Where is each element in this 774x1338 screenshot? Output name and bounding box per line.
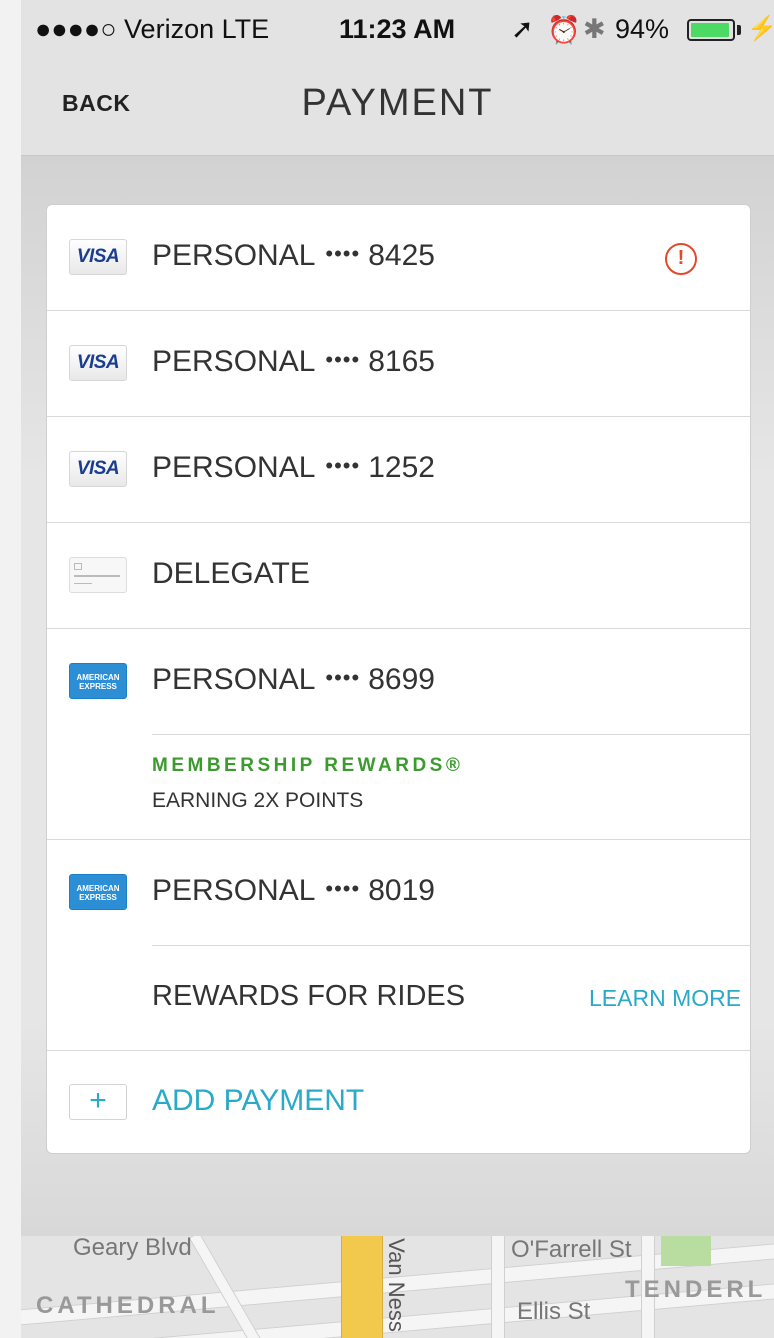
street-label: Van Ness <box>383 1238 409 1332</box>
map-street <box>188 1236 266 1338</box>
visa-logo-icon: VISA <box>69 451 127 487</box>
street-label: Ellis St <box>517 1298 591 1325</box>
payment-label: PERSONAL •••• 1252 <box>152 451 435 484</box>
rewards-for-rides-label: REWARDS FOR RIDES <box>152 980 466 1012</box>
payment-label: DELEGATE <box>152 557 310 590</box>
payment-row-visa-8165[interactable]: VISA PERSONAL •••• 8165 <box>47 311 750 416</box>
payment-label: PERSONAL •••• 8425 <box>152 239 435 272</box>
add-payment-button[interactable]: + ADD PAYMENT <box>47 1050 750 1153</box>
divider <box>152 945 750 946</box>
battery-nub <box>737 25 741 35</box>
learn-more-link[interactable]: LEARN MORE <box>589 985 741 1012</box>
street-label: O'Farrell St <box>511 1236 632 1263</box>
map-street <box>491 1236 505 1338</box>
payment-content: VISA PERSONAL •••• 8425 ! VISA PERSONAL •••… <box>21 156 774 1236</box>
phone-screen: ●●●●○ Verizon LTE 11:23 AM ➚ ⏰ ✱ 94% ⚡ B… <box>21 0 774 1338</box>
amex-logo-icon: AMERICAN EXPRESS <box>69 874 127 910</box>
divider <box>152 734 750 735</box>
alert-icon[interactable]: ! <box>665 243 697 275</box>
payment-label: PERSONAL •••• 8165 <box>152 345 435 378</box>
payment-list: VISA PERSONAL •••• 8425 ! VISA PERSONAL •••… <box>46 204 751 1154</box>
battery-icon <box>687 19 735 41</box>
neighborhood-label: CATHEDRAL <box>36 1292 220 1319</box>
payment-row-visa-8425[interactable]: VISA PERSONAL •••• 8425 ! <box>47 205 750 310</box>
alarm-icon: ⏰ <box>547 15 581 45</box>
payment-label: PERSONAL •••• 8019 <box>152 874 435 907</box>
generic-card-icon <box>69 557 127 593</box>
van-ness-street <box>341 1236 383 1338</box>
plus-icon: + <box>69 1084 127 1120</box>
map-view[interactable]: Geary Blvd Van Ness O'Farrell St Ellis S… <box>21 1236 774 1338</box>
membership-rewards-subtitle: EARNING 2X POINTS <box>152 789 364 812</box>
membership-rewards-title: MEMBERSHIP REWARDS® <box>152 755 464 776</box>
payment-row-amex-8019[interactable]: AMERICAN EXPRESS PERSONAL •••• 8019 <box>47 840 750 945</box>
amex-logo-icon: AMERICAN EXPRESS <box>69 663 127 699</box>
visa-logo-icon: VISA <box>69 345 127 381</box>
payment-label: PERSONAL •••• 8699 <box>152 663 435 696</box>
park-area <box>661 1236 711 1266</box>
location-arrow-icon: ➚ <box>511 14 534 44</box>
battery-percent: 94% <box>615 14 670 44</box>
bluetooth-icon: ✱ <box>583 14 606 44</box>
clock: 11:23 AM <box>339 14 456 44</box>
street-label: Geary Blvd <box>73 1236 192 1261</box>
charging-icon: ⚡ <box>747 15 774 42</box>
add-payment-label: ADD PAYMENT <box>152 1084 365 1117</box>
payment-row-visa-1252[interactable]: VISA PERSONAL •••• 1252 <box>47 417 750 522</box>
page-title: PAYMENT <box>301 82 494 124</box>
payment-row-delegate[interactable]: DELEGATE <box>47 523 750 628</box>
nav-bar: BACK PAYMENT <box>21 60 774 156</box>
visa-logo-icon: VISA <box>69 239 127 275</box>
status-bar: ●●●●○ Verizon LTE 11:23 AM ➚ ⏰ ✱ 94% ⚡ <box>21 0 774 60</box>
carrier-label: ●●●●○ Verizon LTE <box>35 14 270 44</box>
neighborhood-label: TENDERL <box>625 1276 767 1303</box>
payment-row-amex-8699[interactable]: AMERICAN EXPRESS PERSONAL •••• 8699 <box>47 629 750 734</box>
